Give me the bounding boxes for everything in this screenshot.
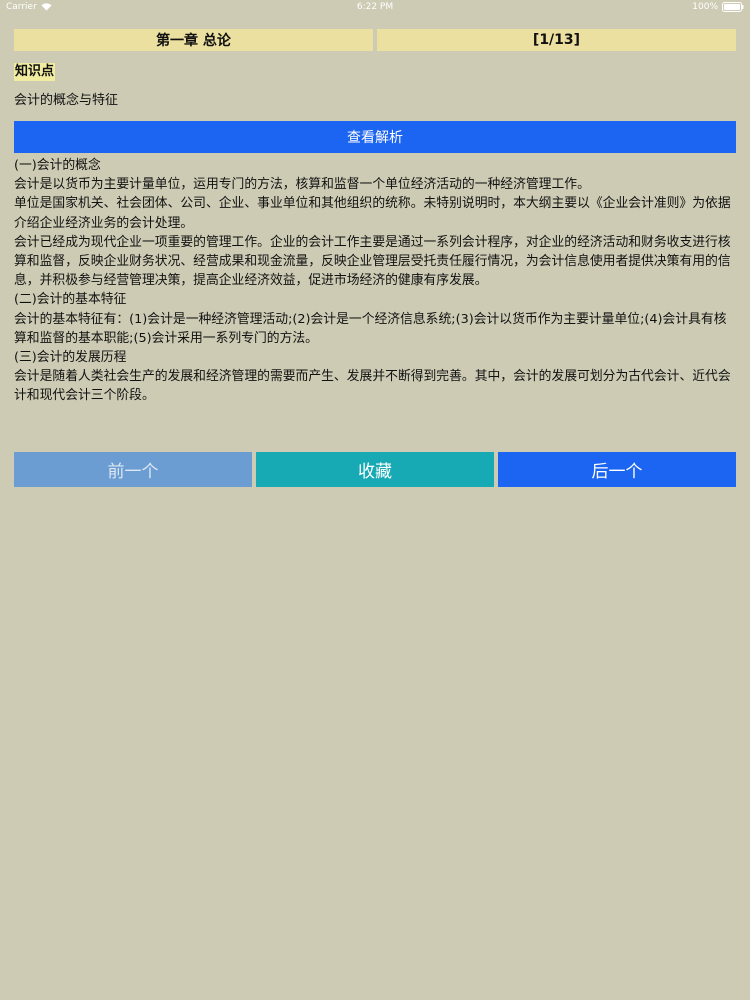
content-paragraph: 会计是以货币为主要计量单位，运用专门的方法，核算和监督一个单位经济活动的一种经济… [14,177,590,193]
favorite-button[interactable]: 收藏 [256,452,494,487]
knowledge-point-label: 知识点 [14,63,56,81]
knowledge-point-title: 会计的概念与特征 [14,93,119,108]
content-body: (一)会计的概念 会计是以货币为主要计量单位，运用专门的方法，核算和监督一个单位… [14,156,738,406]
status-bar: Carrier 6:22 PM 100% [0,0,750,16]
content-paragraph: 会计已经成为现代企业一项重要的管理工作。企业的会计工作主要是通过一系列会计程序，… [14,234,731,289]
previous-button[interactable]: 前一个 [14,452,252,487]
status-right: 100% [692,2,744,12]
content-paragraph: 会计是随着人类社会生产的发展和经济管理的需要而产生、发展并不断得到完善。其中，会… [14,369,731,404]
status-time: 6:22 PM [356,2,394,12]
content-paragraph: 单位是国家机关、社会团体、公司、企业、事业单位和其他组织的统称。未特别说明时，本… [14,196,731,231]
battery-icon [722,2,744,12]
progress-indicator: [1/13] [377,29,736,51]
section-heading: (二)会计的基本特征 [14,292,127,308]
chapter-header: 第一章 总论 [1/13] [14,29,736,51]
next-button[interactable]: 后一个 [498,452,736,487]
view-analysis-button[interactable]: 查看解析 [14,121,736,153]
battery-percent: 100% [692,2,718,12]
content-paragraph: 会计的基本特征有：(1)会计是一种经济管理活动;(2)会计是一个经济信息系统;(… [14,311,727,346]
chapter-title: 第一章 总论 [14,29,373,51]
section-heading: (一)会计的概念 [14,158,101,173]
section-heading: (三)会计的发展历程 [14,350,127,366]
nav-buttons: 前一个 收藏 后一个 [14,452,736,487]
